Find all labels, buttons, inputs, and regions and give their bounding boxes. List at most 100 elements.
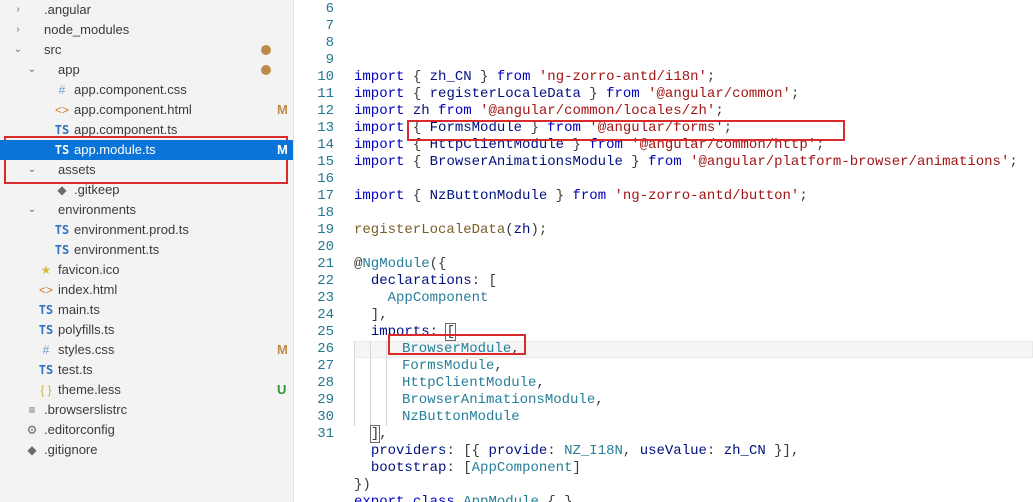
scm-badge: M [277,140,293,160]
tree-item[interactable]: TSenvironment.prod.ts [0,220,293,240]
code-line[interactable]: imports: [ [354,324,1033,341]
chevron-icon: › [12,0,24,20]
file-icon: ◆ [54,180,70,200]
line-number: 29 [294,392,334,409]
line-number: 23 [294,290,334,307]
line-number: 15 [294,154,334,171]
tree-item-label: app.component.ts [74,120,277,140]
tree-item[interactable]: #app.component.css [0,80,293,100]
line-number: 9 [294,52,334,69]
code-editor[interactable]: 6789101112131415161718192021222324252627… [294,0,1033,502]
tree-item[interactable]: ≡.browserslistrc [0,400,293,420]
tree-item-label: app [58,60,261,80]
tree-item-label: .gitkeep [74,180,277,200]
tree-item[interactable]: TSmain.ts [0,300,293,320]
file-icon: TS [38,320,54,340]
indent-guide [354,375,370,392]
tree-item[interactable]: #styles.cssM [0,340,293,360]
tree-item[interactable]: ⌄ src [0,40,293,60]
line-number: 20 [294,239,334,256]
code-line[interactable]: export class AppModule { } [354,494,1033,502]
code-line[interactable]: }) [354,477,1033,494]
code-line[interactable]: @NgModule({ [354,256,1033,273]
code-line[interactable]: bootstrap: [AppComponent] [354,460,1033,477]
tree-item[interactable]: ⌄app [0,60,293,80]
tree-item-label: styles.css [58,340,277,360]
tree-item[interactable]: TSapp.component.ts [0,120,293,140]
code-line[interactable]: ], [354,307,1033,324]
tree-item[interactable]: ⚙.editorconfig [0,420,293,440]
scm-badge: U [277,380,293,400]
code-line[interactable]: providers: [{ provide: NZ_I18N, useValue… [354,443,1033,460]
line-number: 18 [294,205,334,222]
file-explorer[interactable]: ›.angular›node_modules⌄src⌄app#app.compo… [0,0,294,502]
code-line[interactable]: AppComponent [354,290,1033,307]
code-area[interactable]: import { zh_CN } from 'ng-zorro-antd/i18… [348,0,1033,502]
code-line[interactable]: import { zh_CN } from 'ng-zorro-antd/i18… [354,69,1033,86]
code-line[interactable]: ], [354,426,1033,443]
chevron-icon: ⌄ [12,40,24,60]
line-number: 19 [294,222,334,239]
code-line[interactable]: FormsModule, [354,358,1033,375]
code-line[interactable]: import { registerLocaleData } from '@ang… [354,86,1033,103]
tree-item[interactable]: ›node_modules [0,20,293,40]
code-line[interactable]: BrowserAnimationsModule, [354,392,1033,409]
tree-item[interactable]: TSpolyfills.ts [0,320,293,340]
tree-item[interactable]: <>app.component.htmlM [0,100,293,120]
indent-guide [370,358,386,375]
tree-item[interactable]: ›.angular [0,0,293,20]
file-icon: { } [38,380,54,400]
code-line[interactable]: declarations: [ [354,273,1033,290]
indent-guide [354,409,370,426]
app-root: ›.angular›node_modules⌄src⌄app#app.compo… [0,0,1033,502]
code-line[interactable] [354,239,1033,256]
code-line[interactable] [354,205,1033,222]
file-icon: TS [54,220,70,240]
tree-item[interactable]: ⌄environments [0,200,293,220]
tree-item-label: environment.ts [74,240,277,260]
line-number: 10 [294,69,334,86]
line-number: 12 [294,103,334,120]
tree-item[interactable]: ◆.gitkeep [0,180,293,200]
indent-guide [386,341,402,358]
indent-guide [386,409,402,426]
file-icon: ⚙ [24,420,40,440]
chevron-icon: ⌄ [26,200,38,220]
chevron-icon: ⌄ [26,160,38,180]
tree-item[interactable]: ◆.gitignore [0,440,293,460]
indent-guide [386,375,402,392]
tree-item[interactable]: TSenvironment.ts [0,240,293,260]
code-line[interactable] [354,171,1033,188]
indent-guide [370,409,386,426]
line-number: 21 [294,256,334,273]
file-icon: TS [54,240,70,260]
line-number: 17 [294,188,334,205]
line-number: 31 [294,426,334,443]
tree-item-label: src [44,40,261,60]
tree-item[interactable]: ⌄assets [0,160,293,180]
tree-item-label: environment.prod.ts [74,220,277,240]
code-line[interactable]: BrowserModule, [354,341,1033,358]
code-line[interactable]: import { FormsModule } from '@angular/fo… [354,120,1033,137]
tree-item-selected[interactable]: TSapp.module.tsM [0,140,293,160]
chevron-icon: › [12,20,24,40]
code-line[interactable]: HttpClientModule, [354,375,1033,392]
line-number: 16 [294,171,334,188]
code-line[interactable]: import zh from '@angular/common/locales/… [354,103,1033,120]
tree-item[interactable]: { }theme.lessU [0,380,293,400]
tree-item-label: app.component.html [74,100,277,120]
tree-item[interactable]: <>index.html [0,280,293,300]
file-icon: <> [38,280,54,300]
indent-guide [386,358,402,375]
tree-item-label: .editorconfig [44,420,277,440]
code-line[interactable]: registerLocaleData(zh); [354,222,1033,239]
code-line[interactable]: import { NzButtonModule } from 'ng-zorro… [354,188,1033,205]
code-line[interactable]: NzButtonModule [354,409,1033,426]
tree-item[interactable]: TStest.ts [0,360,293,380]
code-line[interactable]: import { BrowserAnimationsModule } from … [354,154,1033,171]
line-number: 6 [294,1,334,18]
code-line[interactable]: import { HttpClientModule } from '@angul… [354,137,1033,154]
tree-item-label: app.module.ts [74,140,277,160]
tree-item[interactable]: ★favicon.ico [0,260,293,280]
scm-badge: M [277,340,293,360]
